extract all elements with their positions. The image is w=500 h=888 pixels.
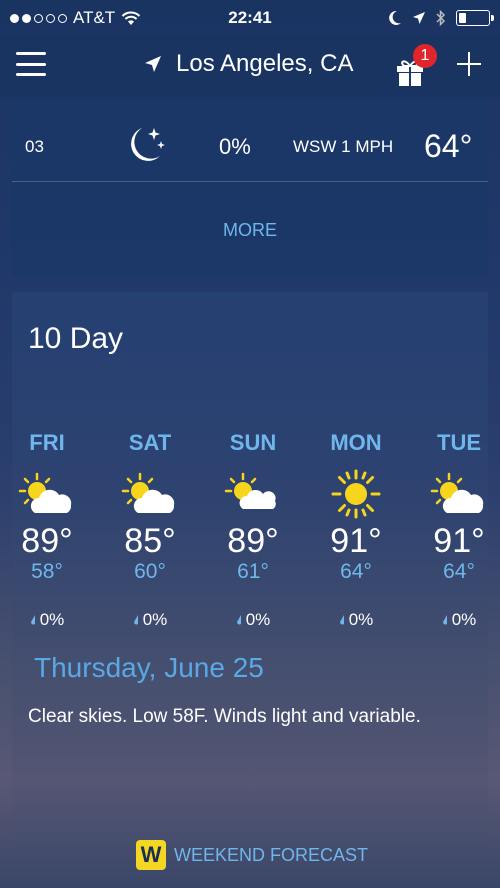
day-name: FRI <box>29 430 65 455</box>
partly-cloudy-icon <box>224 472 276 509</box>
day-name: SAT <box>128 430 172 455</box>
day-precip-value: 0% <box>39 610 65 629</box>
more-button[interactable]: MORE <box>12 220 488 241</box>
hour-precip: 0% <box>219 133 251 159</box>
hourly-card: 03 0% WSW 1 MPH 64° MORE <box>12 100 488 276</box>
day-low: 64° <box>443 560 475 583</box>
hour-wind: WSW 1 MPH <box>293 136 394 156</box>
status-bar: AT&T 22:41 <box>0 0 500 36</box>
day-forecast[interactable]: SAT 85° 60° 0% <box>110 430 190 630</box>
status-time: 22:41 <box>228 8 272 27</box>
app-header: Los Angeles, CA 1 <box>0 36 500 100</box>
bluetooth-icon <box>436 9 446 27</box>
weekend-forecast-button[interactable]: W WEEKEND FORECAST <box>136 840 368 870</box>
raindrop-icon <box>30 614 35 624</box>
day-high: 91° <box>330 522 382 560</box>
narrative-date: Thursday, June 25 <box>34 652 264 683</box>
notification-badge: 1 <box>413 44 437 68</box>
location-arrow-icon <box>413 12 425 24</box>
day-precip: 0% <box>7 610 87 630</box>
day-forecast[interactable]: FRI 89° 58° 0% <box>7 430 87 630</box>
wifi-icon <box>121 11 141 25</box>
day-name: MON <box>330 430 382 455</box>
ten-day-card: 10 Day FRI 89° 58° 0% SAT 85° 60° 0% SUN… <box>12 292 488 882</box>
battery-fill <box>459 13 466 23</box>
day-high: 91° <box>433 522 485 560</box>
menu-button[interactable] <box>16 52 46 76</box>
day-precip: 0% <box>316 610 396 630</box>
raindrop-icon <box>442 614 447 624</box>
day-high: 89° <box>21 522 73 560</box>
status-right <box>388 9 494 27</box>
day-low: 58° <box>31 560 63 583</box>
partly-cloudy-icon <box>121 472 175 513</box>
day-name: TUE <box>437 430 481 455</box>
day-precip: 0% <box>213 610 293 630</box>
day-precip-value: 0% <box>451 610 477 629</box>
day-low: 60° <box>134 560 166 583</box>
weekend-icon: W <box>136 840 166 870</box>
day-high: 85° <box>124 522 176 560</box>
sunny-icon <box>331 469 381 519</box>
raindrop-icon <box>236 614 241 624</box>
day-low: 64° <box>340 560 372 583</box>
hour-time: 03 <box>25 136 44 156</box>
partly-cloudy-icon <box>430 472 484 513</box>
carrier-label: AT&T <box>73 8 116 27</box>
moon-stars-icon <box>131 128 165 161</box>
day-precip-value: 0% <box>348 610 374 629</box>
location-selector[interactable]: Los Angeles, CA <box>144 50 353 78</box>
signal-strength-icon <box>10 13 67 23</box>
do-not-disturb-moon-icon <box>389 10 401 25</box>
day-precip: 0% <box>419 610 499 630</box>
weekend-forecast-label: WEEKEND FORECAST <box>174 844 369 865</box>
day-precip-value: 0% <box>245 610 271 629</box>
day-precip-value: 0% <box>142 610 168 629</box>
day-name: SUN <box>229 430 277 455</box>
raindrop-icon <box>133 614 138 624</box>
location-name: Los Angeles, CA <box>176 50 354 77</box>
day-high: 89° <box>227 522 279 560</box>
gift-button[interactable]: 1 <box>395 44 437 86</box>
day-precip: 0% <box>110 610 190 630</box>
narrative-text: Clear skies. Low 58F. Winds light and va… <box>28 706 421 727</box>
day-forecast[interactable]: MON 91° 64° 0% <box>316 430 396 630</box>
ten-day-title: 10 Day <box>28 322 124 355</box>
location-arrow-icon <box>145 56 161 72</box>
day-forecast[interactable]: TUE 91° 64° 0% <box>419 430 499 630</box>
day-forecast[interactable]: SUN 89° 61° 0% <box>213 430 293 630</box>
add-location-button[interactable] <box>455 50 483 78</box>
hour-temp: 64° <box>424 128 473 164</box>
raindrop-icon <box>339 614 344 624</box>
day-low: 61° <box>237 560 269 583</box>
battery-icon <box>456 10 494 26</box>
hourly-row: 03 0% WSW 1 MPH 64° <box>12 112 488 182</box>
partly-cloudy-icon <box>18 472 72 513</box>
status-left: AT&T <box>10 8 141 28</box>
